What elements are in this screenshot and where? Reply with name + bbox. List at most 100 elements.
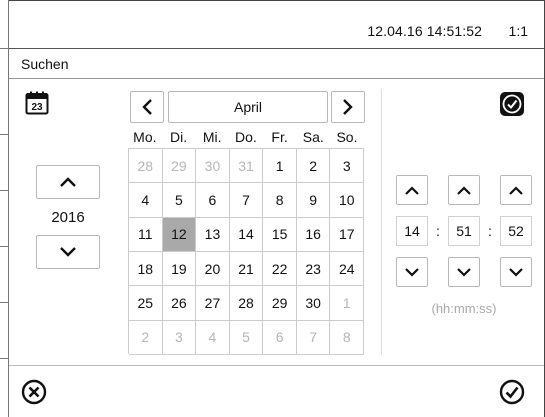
calendar-day-outside[interactable]: 4 (196, 320, 230, 355)
second-up-button[interactable] (500, 175, 532, 205)
prev-month-button[interactable] (130, 91, 164, 123)
ruler-tick (0, 358, 9, 359)
time-format-hint: (hh:mm:ss) (431, 301, 497, 316)
calendar-day-outside[interactable]: 30 (196, 149, 230, 184)
calendar-day[interactable]: 7 (229, 183, 264, 218)
calendar-day[interactable]: 15 (263, 217, 297, 252)
status-bar: 12.04.16 14:51:52 1:1 (9, 1, 544, 49)
calendar-day-outside[interactable]: 3 (162, 320, 197, 355)
calendar-day-outside[interactable]: 2 (129, 320, 163, 355)
calendar-day[interactable]: 25 (129, 286, 163, 321)
second-down-button[interactable] (500, 257, 532, 287)
weekday-label: Mo. (133, 129, 157, 145)
calendar-day[interactable]: 23 (296, 251, 331, 287)
calendar-day[interactable]: 20 (196, 251, 230, 287)
weekday-label: Fr. (271, 129, 288, 145)
calendar-day[interactable]: 2 (296, 149, 331, 184)
status-datetime: 12.04.16 14:51:52 (367, 23, 482, 39)
chevron-down-icon (457, 267, 471, 277)
date-time-picker: 23 2016 April Mo. Di. Mi. Do. Fr. Sa. So… (9, 79, 544, 365)
clock-icon[interactable] (499, 91, 525, 117)
chevron-right-icon (343, 99, 353, 115)
calendar-day[interactable]: 13 (196, 217, 230, 252)
dialog-frame: 12.04.16 14:51:52 1:1 Suchen 23 2016 Apr… (9, 0, 545, 417)
calendar-day[interactable]: 28 (229, 286, 264, 321)
calendar-day-outside[interactable]: 5 (229, 320, 264, 355)
calendar-week-row: 18 19 20 21 22 23 24 (129, 251, 365, 287)
minute-down-button[interactable] (448, 257, 480, 287)
year-selector: 2016 (36, 165, 100, 269)
chevron-down-icon (60, 247, 76, 257)
calendar-day[interactable]: 24 (330, 251, 365, 287)
calendar-week-row: 4 5 6 7 8 9 10 (129, 183, 365, 218)
calendar-icon[interactable]: 23 (25, 91, 49, 115)
calendar-day[interactable]: 11 (129, 217, 163, 252)
calendar-day[interactable]: 14 (229, 217, 264, 252)
calendar-day-outside[interactable]: 29 (162, 149, 197, 184)
minute-up-button[interactable] (448, 175, 480, 205)
hour-up-button[interactable] (396, 175, 428, 205)
calendar-day[interactable]: 10 (330, 183, 365, 218)
weekday-label: Do. (235, 129, 257, 145)
year-down-button[interactable] (36, 235, 100, 269)
confirm-check-icon[interactable] (499, 379, 525, 405)
time-value-row: 14 : 51 : 52 (396, 216, 532, 246)
calendar-day[interactable]: 29 (263, 286, 297, 321)
weekday-label: Mi. (202, 129, 222, 145)
chevron-down-icon (405, 267, 419, 277)
ruler-tick (0, 134, 9, 135)
calendar-day[interactable]: 4 (129, 183, 163, 218)
calendar-day[interactable]: 3 (330, 149, 365, 184)
calendar-day-outside[interactable]: 31 (229, 149, 264, 184)
minute-field[interactable]: 51 (448, 216, 480, 246)
calendar-week-row: 2345678 (129, 320, 365, 355)
status-ratio: 1:1 (508, 23, 528, 39)
weekday-label: Sa. (302, 129, 324, 145)
cancel-x-icon[interactable] (21, 379, 47, 405)
weekday-label: Di. (169, 129, 188, 145)
calendar-day[interactable]: 5 (162, 183, 197, 218)
calendar-day-outside[interactable]: 6 (263, 320, 297, 355)
calendar-week-row: 25 26 27 28 29 30 1 (129, 286, 365, 321)
year-value: 2016 (51, 208, 85, 226)
calendar-day[interactable]: 8 (263, 183, 297, 218)
calendar-day-outside[interactable]: 28 (129, 149, 163, 184)
left-ruler (0, 0, 9, 417)
ruler-tick (0, 246, 9, 247)
calendar-day[interactable]: 19 (162, 251, 197, 287)
chevron-up-icon (457, 185, 471, 195)
calendar-day[interactable]: 17 (330, 217, 365, 252)
action-bar (9, 365, 544, 417)
hour-field[interactable]: 14 (396, 216, 428, 246)
calendar-day[interactable]: 9 (296, 183, 331, 218)
year-up-button[interactable] (36, 165, 100, 199)
weekday-label: So. (336, 129, 358, 145)
calendar-day[interactable]: 27 (196, 286, 230, 321)
calendar-day[interactable]: 6 (196, 183, 230, 218)
chevron-down-icon (509, 267, 523, 277)
calendar-week-row: 28 29 30 31 1 2 3 (129, 149, 365, 184)
calendar-day-outside[interactable]: 7 (296, 320, 331, 355)
calendar-day[interactable]: 1 (263, 149, 297, 184)
time-up-row (396, 175, 532, 205)
hour-down-button[interactable] (396, 257, 428, 287)
time-selector: 14 : 51 : 52 (396, 175, 532, 287)
calendar-day-outside[interactable]: 1 (330, 286, 365, 321)
calendar-day[interactable]: 16 (296, 217, 331, 252)
calendar-day[interactable]: 21 (229, 251, 264, 287)
ruler-tick (0, 48, 9, 49)
calendar-day[interactable]: 26 (162, 286, 197, 321)
calendar-day[interactable]: 22 (263, 251, 297, 287)
calendar-week-row: 11 12 13 14 15 16 17 (129, 217, 365, 252)
next-month-button[interactable] (331, 91, 365, 123)
page-title: Suchen (21, 56, 69, 72)
ruler-tick (0, 302, 9, 303)
calendar-day-selected[interactable]: 12 (162, 217, 197, 252)
month-label: April (168, 91, 328, 123)
calendar-day-outside[interactable]: 8 (330, 320, 365, 355)
calendar-day[interactable]: 30 (296, 286, 331, 321)
calendar-day[interactable]: 18 (129, 251, 163, 287)
chevron-up-icon (405, 185, 419, 195)
second-field[interactable]: 52 (500, 216, 532, 246)
calendar-grid: 28 29 30 31 1 2 3 4 5 6 7 8 9 10 11 12 13 14 15 16 17 18 19 20 2… (128, 148, 365, 355)
